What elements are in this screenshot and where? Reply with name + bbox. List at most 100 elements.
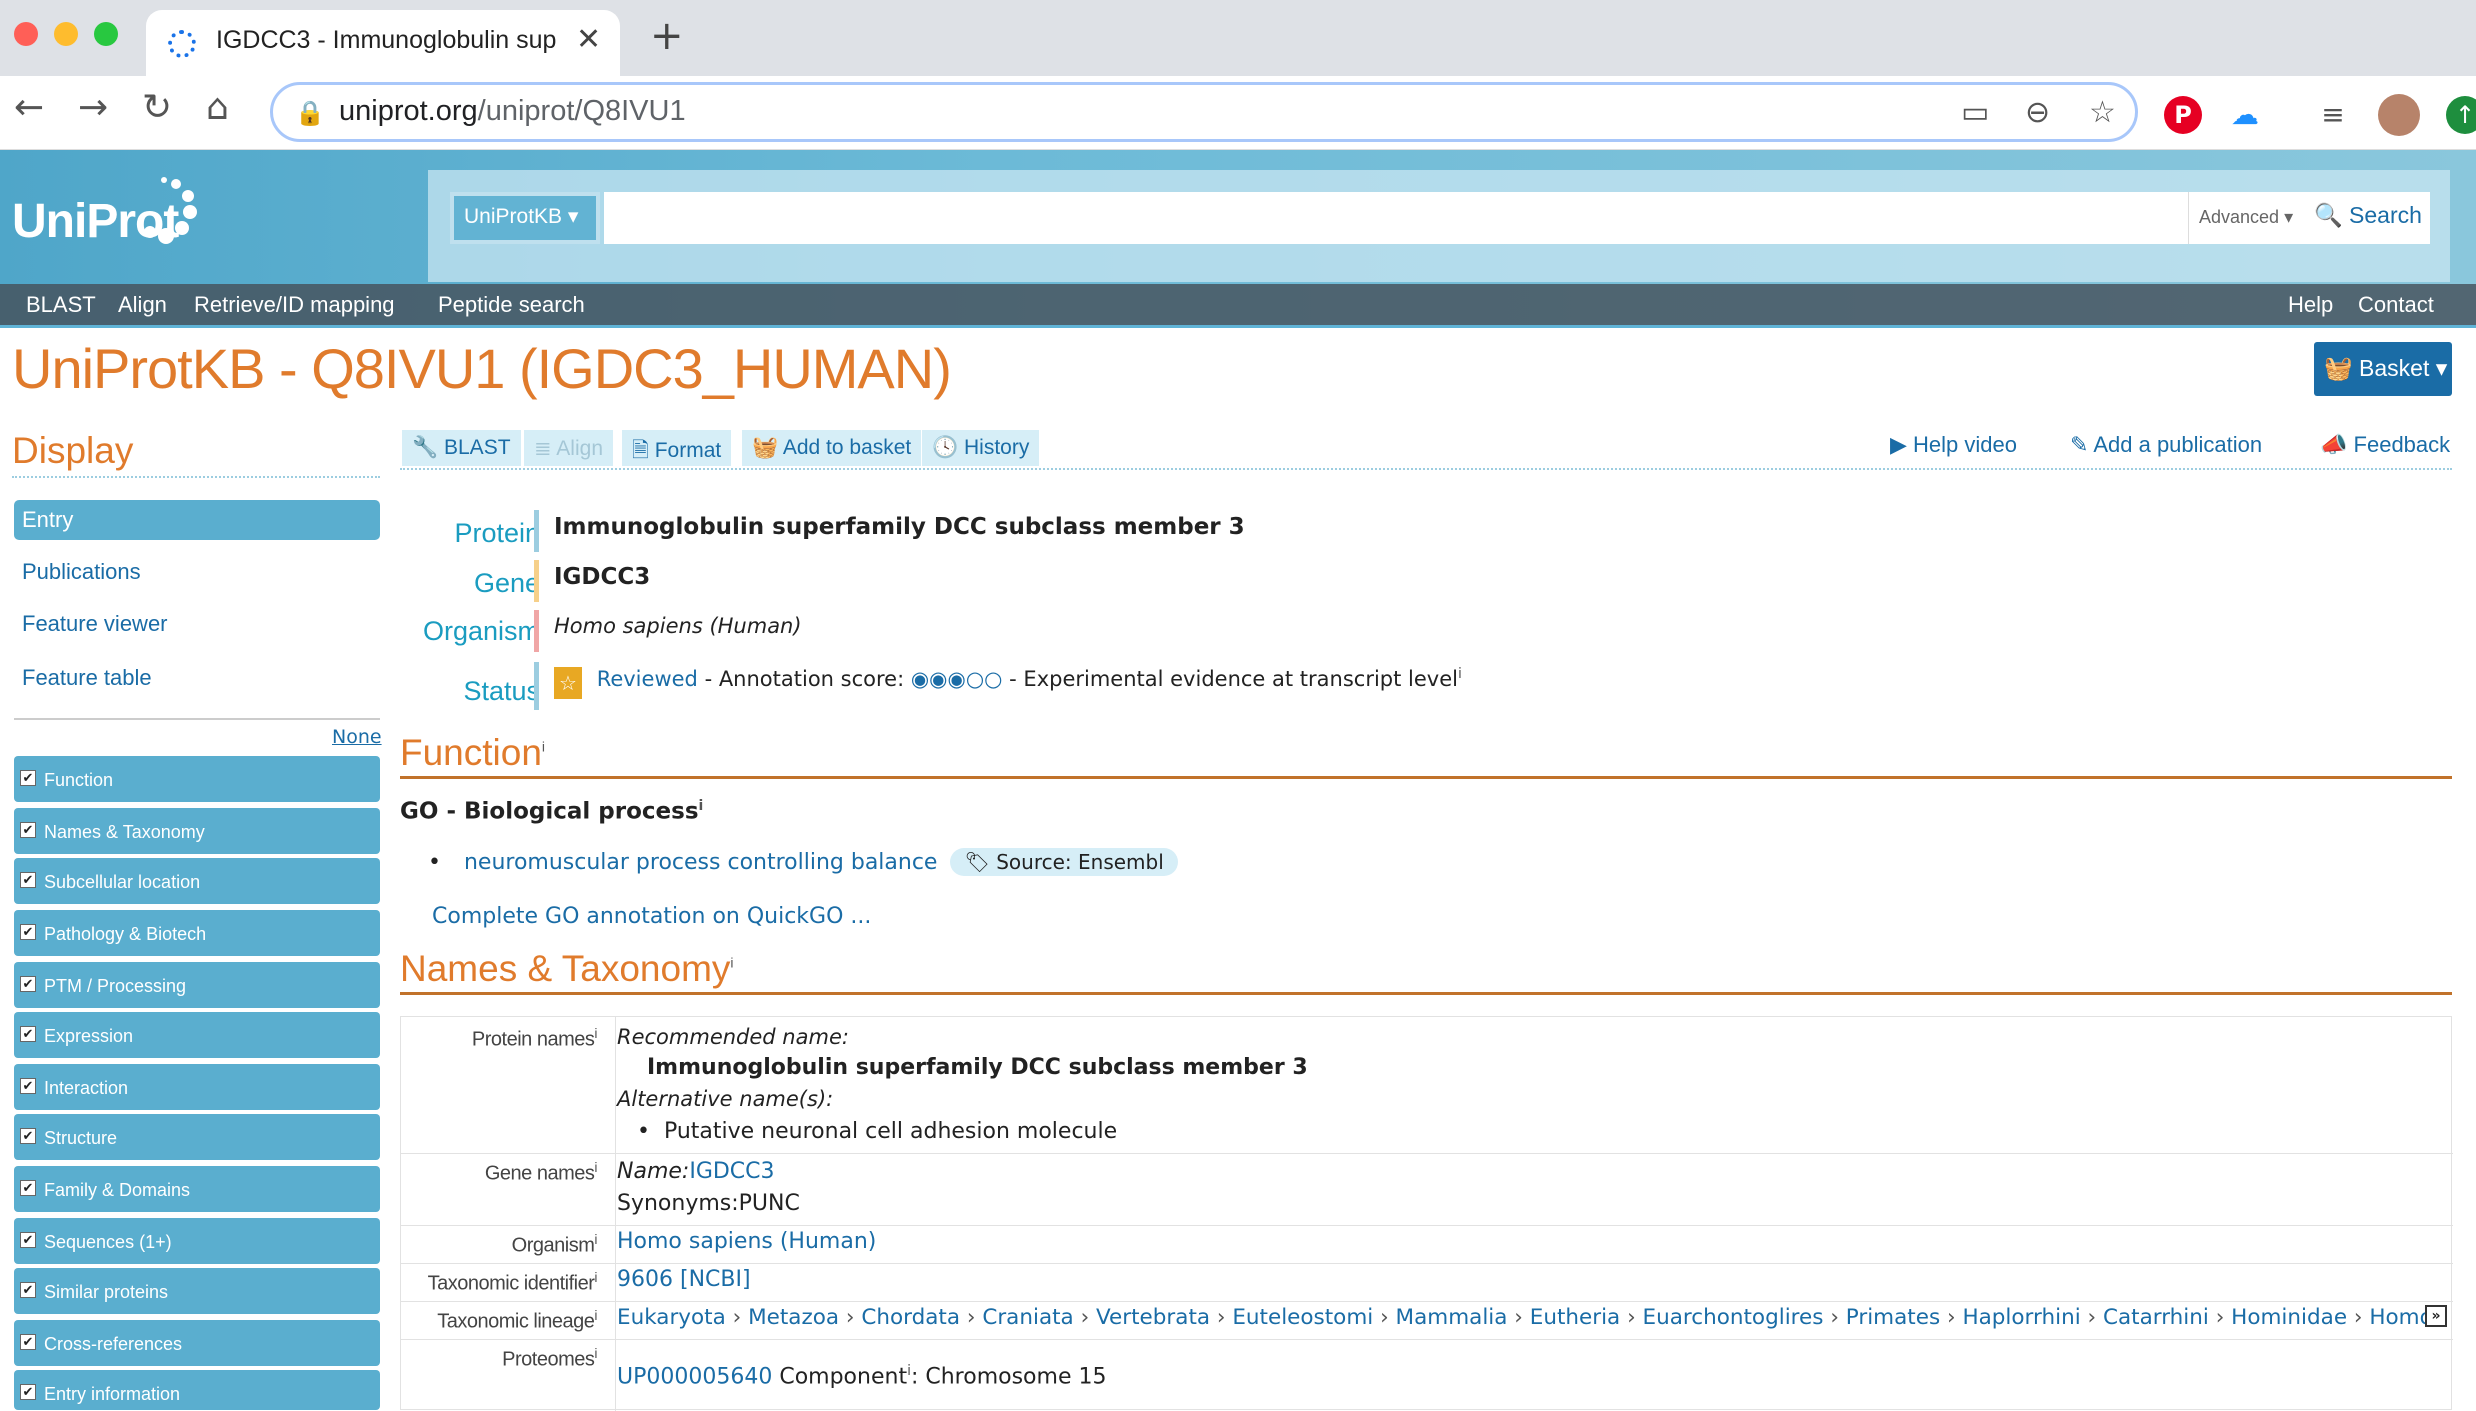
section-toggle-ptm-processing[interactable]: ✔ PTM / Processing — [14, 962, 380, 1008]
database-select[interactable]: UniProtKB ▾ — [450, 192, 600, 244]
quickgo-link[interactable]: Complete GO annotation on QuickGO ... — [432, 904, 871, 929]
section-toggle-function[interactable]: ✔ Function — [14, 756, 380, 802]
search-button[interactable]: 🔍 Search — [2308, 192, 2430, 244]
nav-blast[interactable]: BLAST — [26, 292, 96, 318]
reading-list-icon[interactable]: ≡ — [2314, 96, 2352, 134]
section-toggle-expression[interactable]: ✔ Expression — [14, 1012, 380, 1058]
lineage-link[interactable]: Haplorrhini — [1962, 1305, 2080, 1330]
go-term-link[interactable]: neuromuscular process controlling balanc… — [464, 850, 937, 875]
section-toggle-interaction[interactable]: ✔ Interaction — [14, 1064, 380, 1110]
section-toggle-structure[interactable]: ✔ Structure — [14, 1114, 380, 1160]
section-toggle-similar-proteins[interactable]: ✔ Similar proteins — [14, 1268, 380, 1314]
lineage-link[interactable]: Hominidae — [2231, 1305, 2347, 1330]
help-video-link[interactable]: ▶ Help video — [1890, 432, 2017, 458]
view-publications[interactable]: Publications — [14, 552, 380, 592]
checkbox-checked-icon[interactable]: ✔ — [20, 1334, 36, 1350]
reload-icon[interactable]: ↻ — [142, 90, 172, 126]
lineage-link[interactable]: Eutheria — [1530, 1305, 1620, 1330]
add-to-basket-button[interactable]: 🧺 Add to basket — [742, 430, 922, 466]
maximize-window-button[interactable] — [94, 22, 118, 46]
lineage-link[interactable]: Euarchontoglires — [1643, 1305, 1824, 1330]
info-icon[interactable]: i — [594, 1159, 597, 1175]
format-button[interactable]: 🗎 Format — [622, 430, 732, 466]
feedback-link[interactable]: 📣 Feedback — [2320, 432, 2450, 458]
ncbi-link[interactable]: NCBI — [689, 1267, 742, 1292]
lineage-link[interactable]: Chordata — [861, 1305, 960, 1330]
lineage-link[interactable]: Primates — [1846, 1305, 1940, 1330]
tab-close-icon[interactable]: ✕ — [576, 22, 601, 57]
lineage-link[interactable]: Catarrhini — [2103, 1305, 2209, 1330]
nav-contact[interactable]: Contact — [2358, 292, 2434, 318]
info-icon[interactable]: i — [594, 1231, 597, 1247]
lineage-link[interactable]: Craniata — [982, 1305, 1073, 1330]
info-icon[interactable]: i — [594, 1269, 597, 1285]
section-toggle-family-domains[interactable]: ✔ Family & Domains — [14, 1166, 380, 1212]
nav-peptide-search[interactable]: Peptide search — [438, 292, 585, 318]
reviewed-link[interactable]: Reviewed — [597, 667, 698, 691]
section-toggle-entry-information[interactable]: ✔ Entry information — [14, 1370, 380, 1410]
nav-align[interactable]: Align — [118, 292, 167, 318]
section-toggle-names-taxonomy[interactable]: ✔ Names & Taxonomy — [14, 808, 380, 854]
browser-tab[interactable]: IGDCC3 - Immunoglobulin supe ✕ — [146, 10, 620, 76]
checkbox-checked-icon[interactable]: ✔ — [20, 872, 36, 888]
section-toggle-sequences[interactable]: ✔ Sequences (1+) — [14, 1218, 380, 1264]
home-icon[interactable]: ⌂ — [206, 90, 229, 126]
checkbox-checked-icon[interactable]: ✔ — [20, 924, 36, 940]
info-icon[interactable]: i — [594, 1345, 597, 1361]
info-icon[interactable]: i — [730, 955, 733, 971]
url-text[interactable]: uniprot.org/uniprot/Q8IVU1 — [339, 95, 686, 128]
back-arrow-icon[interactable]: ← — [14, 90, 44, 126]
section-toggle-subcellular-location[interactable]: ✔ Subcellular location — [14, 858, 380, 904]
checkbox-checked-icon[interactable]: ✔ — [20, 1180, 36, 1196]
expand-lineage-icon[interactable]: » — [2425, 1305, 2447, 1327]
add-publication-link[interactable]: ✎ Add a publication — [2070, 432, 2262, 458]
checkbox-checked-icon[interactable]: ✔ — [20, 822, 36, 838]
lineage-link[interactable]: Eukaryota — [617, 1305, 726, 1330]
checkbox-checked-icon[interactable]: ✔ — [20, 770, 36, 786]
new-tab-button[interactable]: + — [650, 16, 684, 56]
lineage-link[interactable]: Mammalia — [1396, 1305, 1508, 1330]
section-toggle-pathology-biotech[interactable]: ✔ Pathology & Biotech — [14, 910, 380, 956]
history-button[interactable]: 🕓 History — [922, 430, 1040, 466]
address-bar[interactable]: 🔒 uniprot.org/uniprot/Q8IVU1 ▭ ⊖ ☆ — [270, 82, 2138, 142]
lineage-link[interactable]: Vertebrata — [1096, 1305, 1210, 1330]
info-icon[interactable]: i — [699, 798, 704, 814]
checkbox-checked-icon[interactable]: ✔ — [20, 976, 36, 992]
advanced-search-button[interactable]: Advanced ▾ — [2188, 192, 2308, 244]
checkbox-checked-icon[interactable]: ✔ — [20, 1232, 36, 1248]
checkbox-checked-icon[interactable]: ✔ — [20, 1282, 36, 1298]
lineage-link[interactable]: Euteleostomi — [1232, 1305, 1373, 1330]
select-none-link[interactable]: None — [332, 726, 382, 748]
checkbox-checked-icon[interactable]: ✔ — [20, 1026, 36, 1042]
nav-help[interactable]: Help — [2288, 292, 2333, 318]
forward-arrow-icon[interactable]: → — [78, 90, 108, 126]
view-feature-table[interactable]: Feature table — [14, 658, 380, 698]
go-source-badge[interactable]: 🏷 Source: Ensembl — [950, 848, 1178, 876]
pinterest-extension-icon[interactable]: P — [2164, 96, 2202, 134]
checkbox-checked-icon[interactable]: ✔ — [20, 1128, 36, 1144]
info-icon[interactable]: i — [594, 1025, 597, 1041]
organism-link[interactable]: Homo sapiens (Human) — [617, 1229, 876, 1254]
cloud-extension-icon[interactable]: ☁ — [2226, 96, 2264, 134]
update-icon[interactable]: ↑ — [2446, 96, 2476, 134]
gene-name-link[interactable]: IGDCC3 — [689, 1159, 774, 1184]
section-toggle-cross-references[interactable]: ✔ Cross-references — [14, 1320, 380, 1366]
nav-retrieve-id-mapping[interactable]: Retrieve/ID mapping — [194, 292, 395, 318]
cast-icon[interactable]: ▭ — [1961, 95, 1989, 130]
search-input[interactable] — [604, 192, 2188, 244]
view-entry[interactable]: Entry — [14, 500, 380, 540]
info-icon[interactable]: i — [594, 1307, 597, 1323]
proteome-link[interactable]: UP000005640 — [617, 1364, 772, 1389]
zoom-icon[interactable]: ⊖ — [2025, 95, 2050, 130]
lineage-link[interactable]: Metazoa — [748, 1305, 839, 1330]
basket-button[interactable]: 🧺 Basket ▾ — [2314, 342, 2452, 396]
info-icon[interactable]: i — [1458, 666, 1462, 682]
bookmark-star-icon[interactable]: ☆ — [2089, 95, 2116, 130]
checkbox-checked-icon[interactable]: ✔ — [20, 1384, 36, 1400]
minimize-window-button[interactable] — [54, 22, 78, 46]
blast-button[interactable]: 🔧 BLAST — [402, 430, 521, 466]
checkbox-checked-icon[interactable]: ✔ — [20, 1078, 36, 1094]
view-feature-viewer[interactable]: Feature viewer — [14, 604, 380, 644]
annotation-score-icon[interactable]: ◉◉◉○○ — [911, 667, 1003, 691]
lineage-link[interactable]: Homo — [2369, 1305, 2427, 1330]
